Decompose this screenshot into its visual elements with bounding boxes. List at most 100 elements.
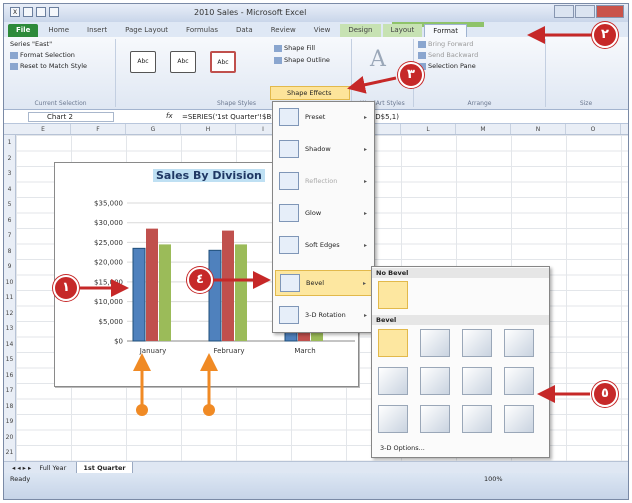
bevel-soft-round[interactable]	[420, 367, 450, 395]
tab-review[interactable]: Review	[263, 24, 304, 37]
redo-icon[interactable]	[49, 7, 59, 17]
row-header[interactable]: 21	[4, 445, 15, 461]
glow-icon	[279, 204, 299, 222]
row-header[interactable]: 13	[4, 321, 15, 337]
row-header[interactable]: 18	[4, 399, 15, 415]
row-header[interactable]: 20	[4, 430, 15, 446]
row-header[interactable]: 5	[4, 197, 15, 213]
callout-badge-2: ٢	[592, 22, 618, 48]
save-icon[interactable]	[23, 7, 33, 17]
bevel-circle[interactable]	[378, 329, 408, 357]
bar[interactable]	[132, 247, 146, 342]
row-header[interactable]: 9	[4, 259, 15, 275]
row-header[interactable]: 4	[4, 182, 15, 198]
selection-pane-button[interactable]: Selection Pane	[414, 61, 545, 72]
soft-edges-icon	[279, 236, 299, 254]
bevel-divot[interactable]	[378, 405, 408, 433]
tab-format[interactable]: Format	[424, 24, 467, 37]
sheet-nav-arrows[interactable]: ◂ ◂ ▸ ▸	[12, 464, 31, 472]
shape-outline-button[interactable]: Shape Outline	[270, 55, 330, 66]
tab-page-layout[interactable]: Page Layout	[117, 24, 176, 37]
no-bevel-option[interactable]	[378, 281, 408, 309]
y-tick-label: $10,000	[94, 298, 123, 306]
shape-style-1[interactable]: Abc	[130, 51, 156, 73]
row-header[interactable]: 6	[4, 213, 15, 229]
menu-item-reflection[interactable]: Reflection ▸	[275, 168, 373, 194]
minimize-button[interactable]	[554, 5, 574, 18]
tab-formulas[interactable]: Formulas	[178, 24, 226, 37]
3d-options-link[interactable]: 3-D Options...	[380, 444, 425, 452]
row-header[interactable]: 8	[4, 244, 15, 260]
chart-element-select[interactable]: Series "East"	[6, 39, 115, 50]
column-header[interactable]: N	[511, 124, 566, 134]
wordart-quick-styles-icon[interactable]: A	[370, 47, 386, 72]
menu-item-glow[interactable]: Glow ▸	[275, 200, 373, 226]
column-header[interactable]: M	[456, 124, 511, 134]
row-header[interactable]: 10	[4, 275, 15, 291]
row-header[interactable]: 12	[4, 306, 15, 322]
send-backward-button[interactable]: Send Backward	[414, 50, 545, 61]
bevel-convex[interactable]	[462, 367, 492, 395]
tab-file[interactable]: File	[8, 24, 39, 37]
column-header[interactable]: H	[181, 124, 236, 134]
row-header[interactable]: 7	[4, 228, 15, 244]
tab-layout[interactable]: Layout	[382, 24, 423, 37]
row-header[interactable]: 11	[4, 290, 15, 306]
arrange-group: Bring Forward Send Backward Selection Pa…	[414, 39, 546, 107]
bevel-art-deco[interactable]	[504, 405, 534, 433]
menu-item-soft-edges[interactable]: Soft Edges ▸	[275, 232, 373, 258]
bar[interactable]	[159, 244, 171, 341]
column-header[interactable]: F	[71, 124, 126, 134]
row-header[interactable]: 19	[4, 414, 15, 430]
bevel-cross[interactable]	[462, 329, 492, 357]
tab-data[interactable]: Data	[228, 24, 261, 37]
column-header[interactable]: O	[566, 124, 621, 134]
send-backward-icon	[418, 51, 426, 59]
row-header[interactable]: 14	[4, 337, 15, 353]
format-selection-button[interactable]: Format Selection	[6, 50, 115, 61]
shape-effects-button[interactable]: Shape Effects	[270, 86, 350, 100]
bar[interactable]	[222, 230, 234, 341]
shape-style-3[interactable]: Abc	[210, 51, 236, 73]
menu-item-3d-rotation[interactable]: 3-D Rotation ▸	[275, 302, 373, 328]
row-header[interactable]: 16	[4, 368, 15, 384]
bar[interactable]	[208, 249, 222, 342]
row-header[interactable]: 2	[4, 151, 15, 167]
row-header[interactable]: 1	[4, 135, 15, 151]
bevel-angle[interactable]	[378, 367, 408, 395]
column-header[interactable]: G	[126, 124, 181, 134]
bevel-relaxed-inset[interactable]	[420, 329, 450, 357]
menu-item-bevel[interactable]: Bevel ▸	[275, 270, 373, 296]
menu-item-shadow[interactable]: Shadow ▸	[275, 136, 373, 162]
bar[interactable]	[235, 244, 247, 341]
shape-fill-button[interactable]: Shape Fill	[270, 43, 315, 54]
bevel-hard-edge[interactable]	[462, 405, 492, 433]
column-header[interactable]: L	[401, 124, 456, 134]
row-header[interactable]: 17	[4, 383, 15, 399]
tab-view[interactable]: View	[306, 24, 339, 37]
maximize-button[interactable]	[575, 5, 595, 18]
shape-style-2[interactable]: Abc	[170, 51, 196, 73]
fx-icon[interactable]: fx	[166, 112, 173, 120]
bevel-riblet[interactable]	[420, 405, 450, 433]
undo-icon[interactable]	[36, 7, 46, 17]
no-bevel-header: No Bevel	[372, 268, 549, 278]
tab-home[interactable]: Home	[40, 24, 77, 37]
bevel-slope[interactable]	[504, 367, 534, 395]
tab-insert[interactable]: Insert	[79, 24, 115, 37]
bevel-cool-slant[interactable]	[504, 329, 534, 357]
bring-forward-button[interactable]: Bring Forward	[414, 39, 545, 50]
name-box[interactable]: Chart 2	[28, 112, 114, 122]
tab-design[interactable]: Design	[340, 24, 381, 37]
y-tick-label: $20,000	[94, 259, 123, 267]
column-header[interactable]: E	[16, 124, 71, 134]
bar[interactable]	[146, 228, 158, 341]
menu-item-preset[interactable]: Preset ▸	[275, 104, 373, 130]
excel-icon[interactable]: X	[10, 7, 20, 17]
y-tick-label: $5,000	[99, 318, 124, 326]
row-header[interactable]: 15	[4, 352, 15, 368]
reset-to-match-style-button[interactable]: Reset to Match Style	[6, 61, 115, 72]
zoom-level[interactable]: 100%	[484, 473, 503, 485]
row-header[interactable]: 3	[4, 166, 15, 182]
close-button[interactable]	[596, 5, 624, 18]
